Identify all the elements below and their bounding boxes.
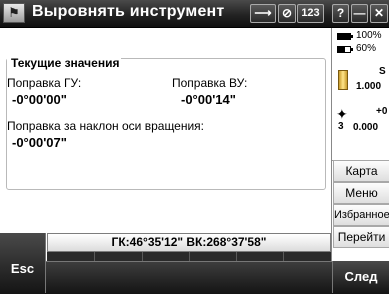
softkey-strip [47, 252, 331, 261]
prism-icon: ✦ [336, 106, 348, 122]
minimize-button[interactable]: — [351, 4, 368, 23]
battery-2-icon [337, 46, 353, 53]
favorites-button[interactable]: Избранное [333, 204, 389, 226]
status-panel[interactable]: 100% 60% S 1.000 ✦ +0 3 0.000 [332, 28, 389, 161]
v-correction-label: Поправка ВУ: [172, 76, 248, 90]
target-button[interactable]: ⊘ [278, 4, 296, 23]
minimize-icon: — [353, 6, 366, 20]
s-label: S [379, 66, 386, 77]
prism-constant-value: 0.000 [353, 122, 379, 133]
arrow-icon: ⟶ [254, 6, 272, 20]
battery-2-level: 60% [356, 43, 377, 54]
battery-1-icon [337, 33, 353, 40]
title-bar: ⚑ Выровнять инструмент ⟶ ⊘ 123 ? — ✕ [0, 0, 389, 28]
close-button[interactable]: ✕ [370, 4, 388, 23]
menu-button[interactable]: Меню [333, 182, 389, 204]
target-icon: ⊘ [281, 6, 293, 20]
instrument-status-button[interactable]: ⟶ [250, 4, 276, 23]
main-content: Текущие значения Поправка ГУ: -0°00'00" … [0, 28, 331, 233]
angle-readout: ГК:46°35'12" ВК:268°37'58" [47, 233, 331, 252]
tilt-correction-label: Поправка за наклон оси вращения: [7, 119, 205, 133]
softkey-bar [0, 261, 389, 294]
esc-button[interactable]: Esc [0, 233, 46, 293]
instrument-icon [338, 70, 348, 90]
window-title: Выровнять инструмент [32, 3, 225, 20]
help-icon: ? [336, 6, 345, 20]
prism-constant-label: +0 [376, 106, 388, 117]
battery-1-level: 100% [356, 30, 382, 41]
help-button[interactable]: ? [332, 4, 349, 23]
right-sidebar: 100% 60% S 1.000 ✦ +0 3 0.000 Карта Меню… [331, 28, 389, 261]
next-button[interactable]: След [332, 261, 389, 293]
v-correction-value: -0°00'14" [181, 92, 236, 107]
close-icon: ✕ [373, 6, 385, 20]
hz-correction-label: Поправка ГУ: [7, 76, 82, 90]
current-values-title: Текущие значения [7, 56, 122, 70]
s-value: 1.000 [356, 81, 382, 92]
goto-button[interactable]: Перейти [333, 226, 389, 248]
hz-correction-value: -0°00'00" [12, 92, 67, 107]
target-number: 3 [338, 121, 344, 132]
tilt-correction-value: -0°00'07" [12, 135, 67, 150]
app-logo-icon[interactable]: ⚑ [3, 3, 25, 23]
map-button[interactable]: Карта [333, 160, 389, 182]
numeric-input-button[interactable]: 123 [297, 4, 324, 23]
